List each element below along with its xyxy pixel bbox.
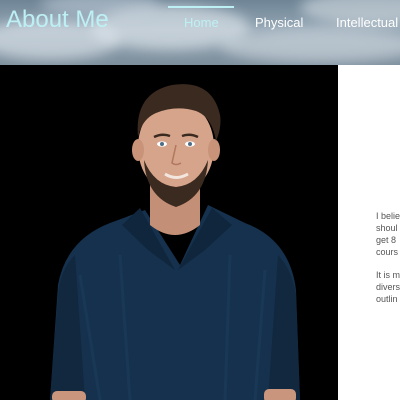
profile-photo: [0, 65, 338, 400]
text-line: outlin: [376, 294, 398, 304]
text-line: cours: [376, 247, 399, 257]
text-line: get 8: [376, 235, 397, 245]
text-line: shoul: [376, 223, 398, 233]
nav-item-intellectual[interactable]: Intellectual: [336, 15, 398, 30]
text-line: divers: [376, 282, 400, 292]
paragraph-1: I belie shoul get 8 cours: [376, 210, 400, 258]
site-title[interactable]: About Me: [6, 6, 109, 34]
paragraph-2: It is m divers outlin: [376, 269, 400, 305]
text-line: I belie: [376, 211, 400, 221]
site-header: About Me Home Physical Intellectual: [0, 0, 400, 65]
nav-active-indicator: [168, 6, 234, 8]
nav-item-home[interactable]: Home: [184, 15, 219, 30]
nav-item-physical[interactable]: Physical: [255, 15, 303, 30]
cloud-decoration: [220, 28, 400, 63]
about-text: I belie shoul get 8 cours It is m divers…: [376, 210, 400, 316]
text-line: It is m: [376, 270, 400, 280]
